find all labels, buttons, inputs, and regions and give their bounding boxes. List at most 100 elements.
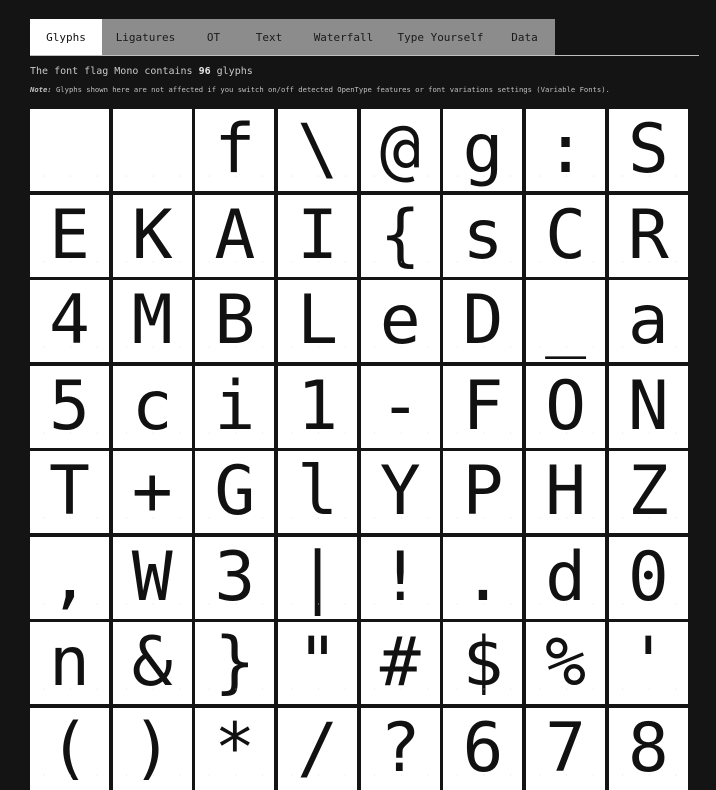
glyph-cell[interactable]: / · · · [278,707,358,790]
glyph-meta: · · · [538,429,596,437]
glyph-cell[interactable]: & · · · [112,622,192,704]
glyph-meta: · · · [207,771,265,779]
glyph-cell[interactable]: (· · · [30,707,109,790]
glyph-cell[interactable]: H · · · [526,451,606,533]
glyph-cell[interactable]: 0 · · · [608,536,688,619]
tab-ligatures[interactable]: Ligatures [102,19,189,55]
glyph-cell[interactable]: Z · · · [608,451,688,533]
glyph-cell[interactable]: : · · · [526,109,606,191]
glyph-meta: · · · [620,771,678,779]
tab-text[interactable]: Text [238,19,300,55]
glyph-cell[interactable]: E · · · [30,194,109,277]
glyph-cell[interactable]: ' · · · [608,622,688,704]
glyph-cell[interactable]: Y · · · [360,451,440,533]
glyph-cell[interactable]: | · · · [278,536,358,619]
tab-waterfall[interactable]: Waterfall [300,19,387,55]
glyph-meta: · · · [455,344,513,351]
glyph-cell[interactable]: _ · · · [526,280,606,362]
glyph-meta: · · · [124,686,182,693]
glyph-meta: · · · [207,173,265,180]
tab-ot[interactable]: OT [189,19,238,55]
glyph-cell[interactable]: . · · · [443,536,523,619]
glyph-cell[interactable]: g · · · [443,109,523,191]
glyph-cell[interactable]: 4 · · · [30,280,109,362]
glyph-cell[interactable]: K · · · [112,194,192,277]
glyph-cell[interactable]: - · · · [360,365,440,448]
glyph-meta: · · · [620,258,678,266]
glyph-cell[interactable]: S · · · [608,109,688,191]
glyph-meta: · · · [538,173,596,180]
note-text: Glyphs shown here are not affected if yo… [51,85,610,94]
glyph-meta: · · · [455,686,513,693]
glyph-cell[interactable]: \ · · · [278,109,358,191]
glyph-cell[interactable]: F · · · [443,365,523,448]
glyph-cell[interactable]: G · · · [195,451,275,533]
glyph-meta: · · · [207,686,265,693]
glyph-cell[interactable]: 7 · · · [526,707,606,790]
glyph-cell[interactable]: T · · · [30,451,109,533]
glyph-cell[interactable]: 5 · · · [30,365,109,448]
glyph-cell[interactable]: 8 · · · [608,707,688,790]
glyph-cell[interactable]: L · · · [278,280,358,362]
glyph-meta: · · · [538,600,596,608]
tab-type-yourself[interactable]: Type Yourself [387,19,494,55]
glyph-cell[interactable]: l · · · [278,451,358,533]
glyph-cell[interactable]: a · · · [608,280,688,362]
glyph-cell[interactable]: A · · · [195,194,275,277]
glyph-cell[interactable]: N · · · [608,365,688,448]
glyph-meta: · · · [372,258,430,266]
glyph-cell[interactable]: c · · · [112,365,192,448]
glyph-meta: · · · [42,771,99,779]
glyph-cell[interactable]: M · · · [112,280,192,362]
glyph-cell[interactable]: C · · · [526,194,606,277]
glyph-cell[interactable]: · · · [112,109,192,191]
glyph-cell[interactable]: ? · · · [360,707,440,790]
glyph-cell[interactable]: n · · · [30,622,109,704]
glyph-cell[interactable]: R · · · [608,194,688,277]
glyph-cell[interactable]: ) · · · [112,707,192,790]
glyph-meta: · · · [538,515,596,522]
glyph-cell[interactable]: i · · · [195,365,275,448]
glyph-cell[interactable]: s · · · [443,194,523,277]
glyph-cell[interactable]: D · · · [443,280,523,362]
glyph-cell[interactable]: e · · · [360,280,440,362]
glyph-meta: · · · [620,686,678,693]
tab-data[interactable]: Data [494,19,555,55]
glyph-cell[interactable]: O · · · [526,365,606,448]
glyph-meta: · · · [124,173,182,180]
glyph-cell[interactable]: 6 · · · [443,707,523,790]
glyph-cell[interactable]: @ · · · [360,109,440,191]
glyph-meta: · · · [42,600,99,608]
glyph-meta: · · · [124,515,182,522]
glyph-cell[interactable]: B · · · [195,280,275,362]
glyph-cell[interactable]: 3 · · · [195,536,275,619]
glyph-cell[interactable]: 1 · · · [278,365,358,448]
glyph-meta: · · · [207,344,265,351]
glyph-meta: · · · [290,515,348,522]
glyph-cell[interactable]: $ · · · [443,622,523,704]
glyph-meta: · · · [372,600,430,608]
glyph-cell[interactable]: } · · · [195,622,275,704]
glyph-cell[interactable]: # · · · [360,622,440,704]
glyph-meta: · · · [207,600,265,608]
glyph-cell[interactable]: P · · · [443,451,523,533]
tab-glyphs[interactable]: Glyphs [30,19,102,55]
glyph-cell[interactable]: d · · · [526,536,606,619]
glyph-meta: · · · [42,173,99,180]
glyph-cell[interactable]: W · · · [112,536,192,619]
glyph-cell[interactable]: {· · · [360,194,440,277]
glyph-cell[interactable]: % · · · [526,622,606,704]
glyph-cell[interactable]: + · · · [112,451,192,533]
glyph-cell[interactable]: * · · · [195,707,275,790]
glyph-meta: · · · [372,173,430,180]
glyph-cell[interactable]: " · · · [278,622,358,704]
glyph-meta: · · · [124,258,182,266]
glyph-meta: · · · [207,429,265,437]
glyph-cell[interactable]: , · · · [30,536,109,619]
glyph-meta: · · · [538,686,596,693]
glyph-cell[interactable]: ! · · · [360,536,440,619]
glyph-cell[interactable]: I · · · [278,194,358,277]
glyph-cell[interactable]: f · · · [195,109,275,191]
glyph-cell[interactable]: · · · [30,109,109,191]
glyph-count: 96 [198,66,211,77]
